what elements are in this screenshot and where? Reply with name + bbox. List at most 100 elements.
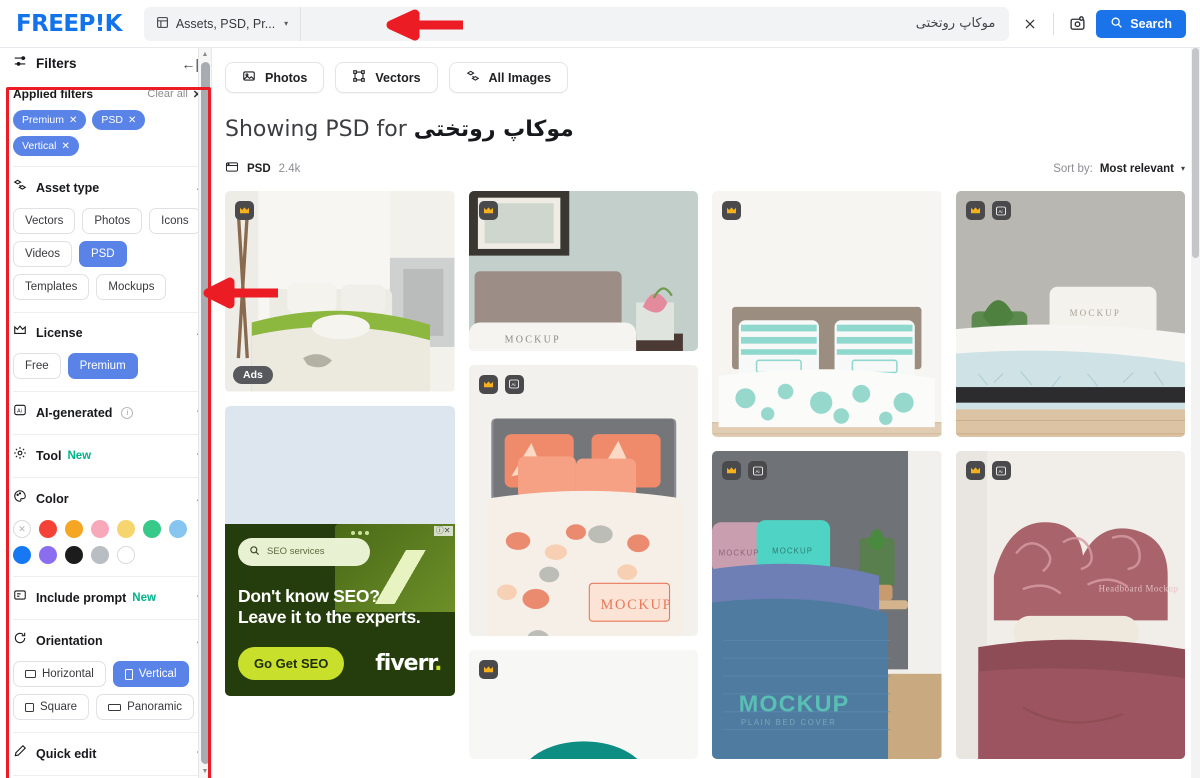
- crown-icon: [965, 201, 985, 220]
- card-blue-bedroom-mockup[interactable]: Ai MOCKUP MOCKUP MOCKUP PLAIN BED COVER: [712, 451, 942, 759]
- clear-all-button[interactable]: Clear all ✕: [147, 88, 202, 101]
- card-teal-bedding-mockup[interactable]: [468, 649, 698, 759]
- fiverr-logo: fiverr.: [375, 651, 442, 677]
- svg-text:MOCKUP: MOCKUP: [772, 547, 813, 556]
- freepik-logo[interactable]: FREEP!K: [16, 11, 122, 37]
- prompt-icon: [13, 588, 27, 607]
- crown-icon: [722, 461, 741, 481]
- filter-chip-premium[interactable]: Premium ✕: [13, 110, 87, 130]
- chip-label: Premium: [22, 114, 65, 126]
- filter-chip-vertical[interactable]: Vertical ✕: [13, 136, 79, 156]
- assets-icon: [156, 16, 169, 32]
- scroll-up-arrow-icon[interactable]: ▲: [202, 48, 209, 61]
- asset-type-psd[interactable]: PSD: [78, 241, 127, 267]
- asset-type-videos[interactable]: Videos: [13, 241, 72, 267]
- color-swatch-orange[interactable]: [65, 520, 83, 538]
- color-swatch-purple[interactable]: [39, 546, 57, 564]
- sidebar-scrollbar[interactable]: ▲ ▼: [198, 48, 211, 778]
- color-swatches: ✕: [13, 520, 193, 564]
- close-icon[interactable]: ✕: [69, 115, 77, 126]
- tab-vectors[interactable]: Vectors: [335, 62, 438, 93]
- card-mint-striped-pillows-mockup[interactable]: [712, 191, 942, 438]
- ad-browser-dots: [350, 530, 369, 535]
- visual-search-icon[interactable]: [1062, 9, 1092, 39]
- section-label: Orientation: [36, 633, 103, 648]
- card-image: MOCKUP MOCKUP MOCKUP PLAIN BED COVER: [712, 451, 942, 759]
- card-badges: Ai: [478, 374, 524, 394]
- card-minimal-white-bedroom-mockup[interactable]: Ai MOCKUP: [955, 191, 1185, 438]
- search-input[interactable]: موكاپ روتختی: [301, 7, 1009, 41]
- sidebar-scroll-thumb[interactable]: [200, 62, 210, 764]
- tool-header[interactable]: Tool New ˅: [13, 446, 202, 465]
- color-swatch-lightblue[interactable]: [169, 520, 187, 538]
- color-swatch-green[interactable]: [143, 520, 161, 538]
- license-header[interactable]: License ˄: [13, 324, 202, 342]
- card-framed-art-bedroom-mockup[interactable]: MOCKUP: [468, 191, 698, 351]
- ad-headline-line1: Don't know SEO?: [238, 585, 380, 606]
- card-pink-headboard-mockup[interactable]: Ai Headboard Mockup: [955, 451, 1185, 759]
- color-swatch-grey[interactable]: [91, 546, 109, 564]
- palette-icon: [13, 489, 27, 508]
- search-button[interactable]: Search: [1096, 9, 1186, 38]
- card-sponsored-ad-slot[interactable]: ⓘ✕ SEO services Don't know SEO? Leave it…: [225, 405, 455, 697]
- orientation-square[interactable]: Square: [13, 694, 90, 720]
- crown-icon: [235, 201, 254, 220]
- asset-type-photos[interactable]: Photos: [82, 208, 143, 234]
- tab-photos[interactable]: Photos: [225, 62, 325, 93]
- clear-search-button[interactable]: [1015, 9, 1045, 39]
- results-main: Photos Vectors All Images Showing PSD fo…: [212, 48, 1200, 778]
- close-icon[interactable]: ✕: [61, 141, 69, 152]
- collapse-sidebar-button[interactable]: ←|: [181, 56, 199, 72]
- color-swatch-black[interactable]: [65, 546, 83, 564]
- sort-by-value[interactable]: Most relevant: [1100, 163, 1174, 175]
- card-green-white-bedding-mockup[interactable]: Ads: [225, 191, 455, 392]
- color-swatch-pink[interactable]: [91, 520, 109, 538]
- orientation-vertical[interactable]: Vertical: [112, 661, 189, 687]
- asset-type-icons[interactable]: Icons: [149, 208, 201, 234]
- tab-all-images[interactable]: All Images: [448, 62, 569, 93]
- search-scope-selector[interactable]: Assets, PSD, Pr... ▾: [144, 6, 302, 41]
- license-premium[interactable]: Premium: [67, 353, 138, 379]
- color-header[interactable]: Color ˄: [13, 489, 202, 508]
- asset-type-vectors[interactable]: Vectors: [13, 208, 76, 234]
- asset-type-header[interactable]: Asset type ˄: [13, 178, 202, 197]
- ad-headline-line2: Leave it to the experts.: [238, 606, 421, 627]
- asset-type-options: Vectors Photos Icons Videos PSD Template…: [13, 208, 202, 300]
- orientation-horizontal[interactable]: Horizontal: [13, 661, 106, 687]
- headline-keyword: موكاپ روتختی: [413, 117, 574, 142]
- license-free[interactable]: Free: [13, 353, 61, 379]
- color-swatch-red[interactable]: [39, 520, 57, 538]
- svg-text:Ai: Ai: [999, 209, 1003, 214]
- orientation-header[interactable]: Orientation ˄: [13, 631, 202, 650]
- ai-badge-icon: Ai: [748, 461, 767, 481]
- ad-cta-button[interactable]: Go Get SEO: [238, 647, 345, 681]
- quick-edit-header[interactable]: Quick edit ˅: [13, 744, 202, 763]
- ads-label: Ads: [233, 365, 273, 384]
- close-icon[interactable]: ✕: [128, 115, 136, 126]
- card-badges: [722, 201, 741, 220]
- applied-filters: Applied filters Clear all ✕ Premium ✕ PS…: [13, 78, 202, 167]
- scroll-down-arrow-icon[interactable]: ▼: [202, 765, 209, 778]
- ad-close-icon[interactable]: ⓘ✕: [433, 525, 453, 536]
- filter-chip-psd[interactable]: PSD ✕: [92, 110, 146, 130]
- fiverr-ad-creative[interactable]: SEO services Don't know SEO? Leave it to…: [225, 523, 455, 697]
- asset-type-mockups[interactable]: Mockups: [96, 274, 167, 300]
- info-icon[interactable]: i: [121, 406, 134, 419]
- card-coral-pattern-bedding-mockup[interactable]: Ai MOCKUP: [468, 364, 698, 636]
- ai-generated-header[interactable]: Ai AI-generated i ˅: [13, 403, 202, 422]
- rotate-icon: [13, 631, 27, 650]
- color-swatch-white[interactable]: [117, 546, 135, 564]
- svg-text:Ai: Ai: [755, 469, 759, 474]
- orientation-panoramic[interactable]: Panoramic: [96, 694, 195, 720]
- main-scrollbar[interactable]: [1191, 48, 1200, 778]
- include-prompt-header[interactable]: Include prompt New ˅: [13, 588, 202, 607]
- color-swatch-yellow[interactable]: [117, 520, 135, 538]
- color-swatch-none[interactable]: ✕: [13, 520, 31, 538]
- asset-type-templates[interactable]: Templates: [13, 274, 90, 300]
- crown-icon: [478, 201, 498, 220]
- main-scroll-thumb[interactable]: [1192, 48, 1199, 258]
- sort-by-control[interactable]: Sort by: Most relevant ▾: [1053, 163, 1185, 175]
- card-badges: [478, 201, 498, 220]
- grid-column-2: MOCKUP Ai MOCKUP: [468, 191, 698, 759]
- color-swatch-blue[interactable]: [13, 546, 31, 564]
